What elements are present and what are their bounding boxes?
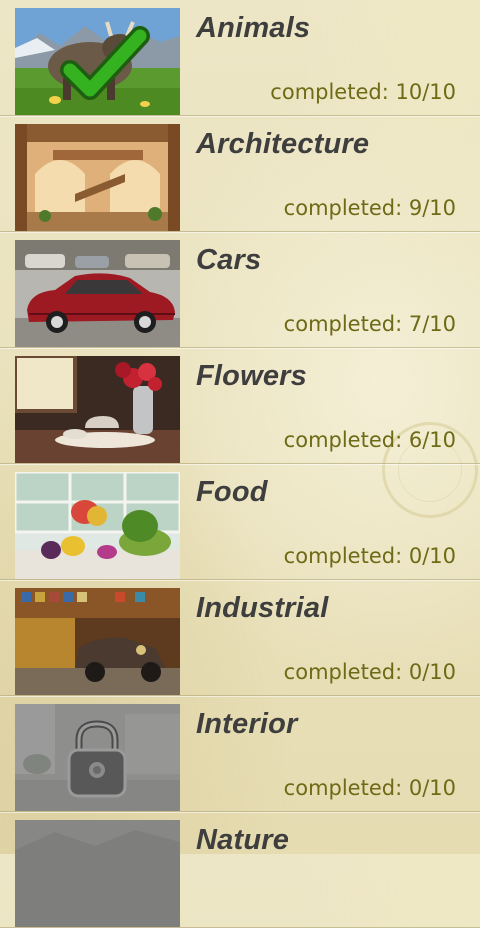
category-title: Animals [196, 12, 311, 44]
category-row-flowers[interactable]: Flowers completed: 6/10 [0, 348, 480, 464]
category-thumbnail-industrial [15, 588, 180, 695]
category-row-cars[interactable]: Cars completed: 7/10 [0, 232, 480, 348]
category-row-interior[interactable]: Interior completed: 0/10 [0, 696, 480, 812]
category-thumbnail-cars [15, 240, 180, 347]
category-progress: completed: 0/10 [283, 544, 456, 568]
category-thumbnail-nature [15, 820, 180, 927]
category-row-industrial[interactable]: Industrial completed: 0/10 [0, 580, 480, 696]
category-progress: completed: 0/10 [283, 776, 456, 800]
category-title: Cars [196, 244, 262, 276]
category-progress: completed: 6/10 [283, 428, 456, 452]
category-row-architecture[interactable]: Architecture completed: 9/10 [0, 116, 480, 232]
category-row-animals[interactable]: Animals completed: 10/10 [0, 0, 480, 116]
category-thumbnail-interior [15, 704, 180, 811]
category-row-food[interactable]: Food completed: 0/10 [0, 464, 480, 580]
checkmark-icon [60, 26, 150, 100]
category-progress: completed: 9/10 [283, 196, 456, 220]
category-title: Flowers [196, 360, 307, 392]
category-thumbnail-food [15, 472, 180, 579]
category-title: Industrial [196, 592, 329, 624]
category-title: Interior [196, 708, 298, 740]
lock-overlay [15, 820, 180, 927]
category-progress: completed: 10/10 [270, 80, 456, 104]
category-progress: completed: 7/10 [283, 312, 456, 336]
category-title: Food [196, 476, 268, 508]
category-title: Architecture [196, 128, 370, 160]
category-list[interactable]: Animals completed: 10/10 Architecture co… [0, 0, 480, 928]
category-title: Nature [196, 824, 290, 856]
category-thumbnail-architecture [15, 124, 180, 231]
category-thumbnail-animals [15, 8, 180, 115]
category-row-nature[interactable]: Nature [0, 812, 480, 928]
category-thumbnail-flowers [15, 356, 180, 463]
category-progress: completed: 0/10 [283, 660, 456, 684]
padlock-icon [67, 720, 127, 798]
